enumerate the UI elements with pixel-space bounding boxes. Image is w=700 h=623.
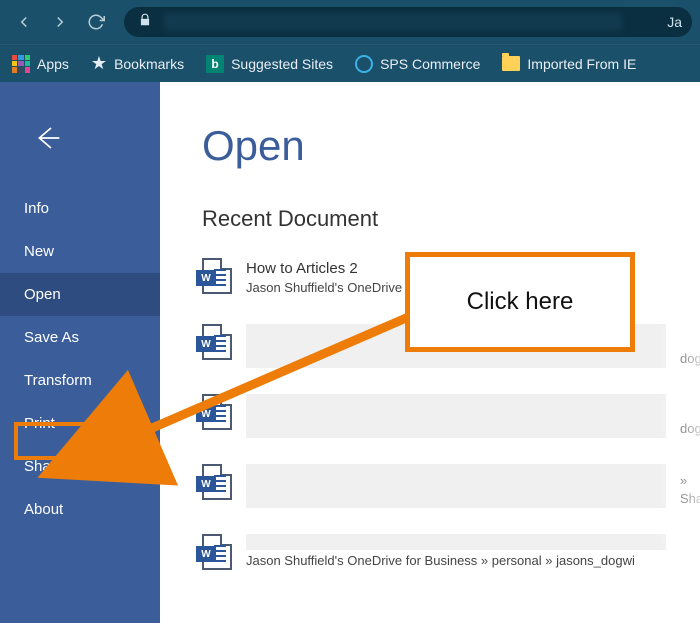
doc-text [246, 464, 666, 508]
sidebar-item-label: About [24, 501, 63, 518]
url-hint: Ja [667, 14, 682, 30]
doc-row[interactable]: W dogw [202, 394, 700, 438]
redacted-block [246, 464, 666, 508]
sps-icon [355, 55, 373, 73]
sidebar-item-print[interactable]: Print [0, 402, 160, 445]
fade-overlay [660, 82, 700, 623]
word-backstage: Info New Open Save As Transform Print Sh… [0, 82, 700, 623]
bookmark-label: Apps [37, 56, 69, 72]
bookmark-apps[interactable]: Apps [12, 55, 69, 73]
sidebar-item-save-as[interactable]: Save As [0, 316, 160, 359]
word-doc-icon: W [202, 258, 232, 294]
sidebar-item-share[interactable]: Share [0, 445, 160, 488]
forward-button[interactable] [44, 6, 76, 38]
apps-icon [12, 55, 30, 73]
bookmark-suggested-sites[interactable]: b Suggested Sites [206, 55, 333, 73]
sidebar-item-label: Save As [24, 329, 79, 346]
annotation-callout: Click here [405, 252, 635, 352]
sidebar-item-open[interactable]: Open [0, 273, 160, 316]
word-doc-icon: W [202, 324, 232, 360]
redacted-block [246, 534, 666, 550]
bookmark-imported-from-ie[interactable]: Imported From IE [502, 56, 636, 72]
sidebar-item-label: Info [24, 200, 49, 217]
doc-text: Jason Shuffield's OneDrive for Business … [246, 534, 666, 570]
doc-path: Jason Shuffield's OneDrive for Business … [246, 552, 666, 570]
lock-icon [138, 13, 152, 32]
folder-icon [502, 56, 520, 71]
doc-row[interactable]: W Jason Shuffield's OneDrive for Busines… [202, 534, 700, 574]
bing-icon: b [206, 55, 224, 73]
sidebar-item-label: Print [24, 415, 55, 432]
sidebar: Info New Open Save As Transform Print Sh… [0, 82, 160, 623]
word-doc-icon: W [202, 394, 232, 430]
back-button[interactable] [8, 6, 40, 38]
callout-text: Click here [467, 288, 574, 316]
bookmark-label: Suggested Sites [231, 56, 333, 72]
sidebar-item-info[interactable]: Info [0, 187, 160, 230]
sidebar-item-label: New [24, 243, 54, 260]
sidebar-item-label: Share [24, 458, 64, 475]
bookmark-label: Imported From IE [527, 56, 636, 72]
bookmark-label: SPS Commerce [380, 56, 480, 72]
word-doc-icon: W [202, 534, 232, 570]
sidebar-item-label: Open [24, 286, 61, 303]
reload-button[interactable] [80, 6, 112, 38]
bookmark-bookmarks[interactable]: ★ Bookmarks [91, 53, 184, 74]
word-doc-icon: W [202, 464, 232, 500]
address-bar[interactable]: Ja [124, 7, 692, 37]
sidebar-item-transform[interactable]: Transform [0, 359, 160, 402]
sidebar-item-new[interactable]: New [0, 230, 160, 273]
doc-row[interactable]: W » Sha [202, 464, 700, 508]
page-title: Open [202, 122, 700, 170]
section-title: Recent Document [202, 206, 700, 232]
browser-nav-bar: Ja [0, 0, 700, 44]
bookmark-sps-commerce[interactable]: SPS Commerce [355, 55, 480, 73]
url-blurred [164, 13, 622, 31]
bookmark-label: Bookmarks [114, 56, 184, 72]
star-icon: ★ [91, 53, 107, 74]
main-panel: Open Recent Document W How to Articles 2… [160, 82, 700, 623]
redacted-block [246, 394, 666, 438]
sidebar-item-about[interactable]: About [0, 488, 160, 531]
bookmarks-bar: Apps ★ Bookmarks b Suggested Sites SPS C… [0, 44, 700, 82]
back-arrow-button[interactable] [0, 112, 160, 187]
sidebar-item-label: Transform [24, 372, 92, 389]
doc-text [246, 394, 666, 438]
